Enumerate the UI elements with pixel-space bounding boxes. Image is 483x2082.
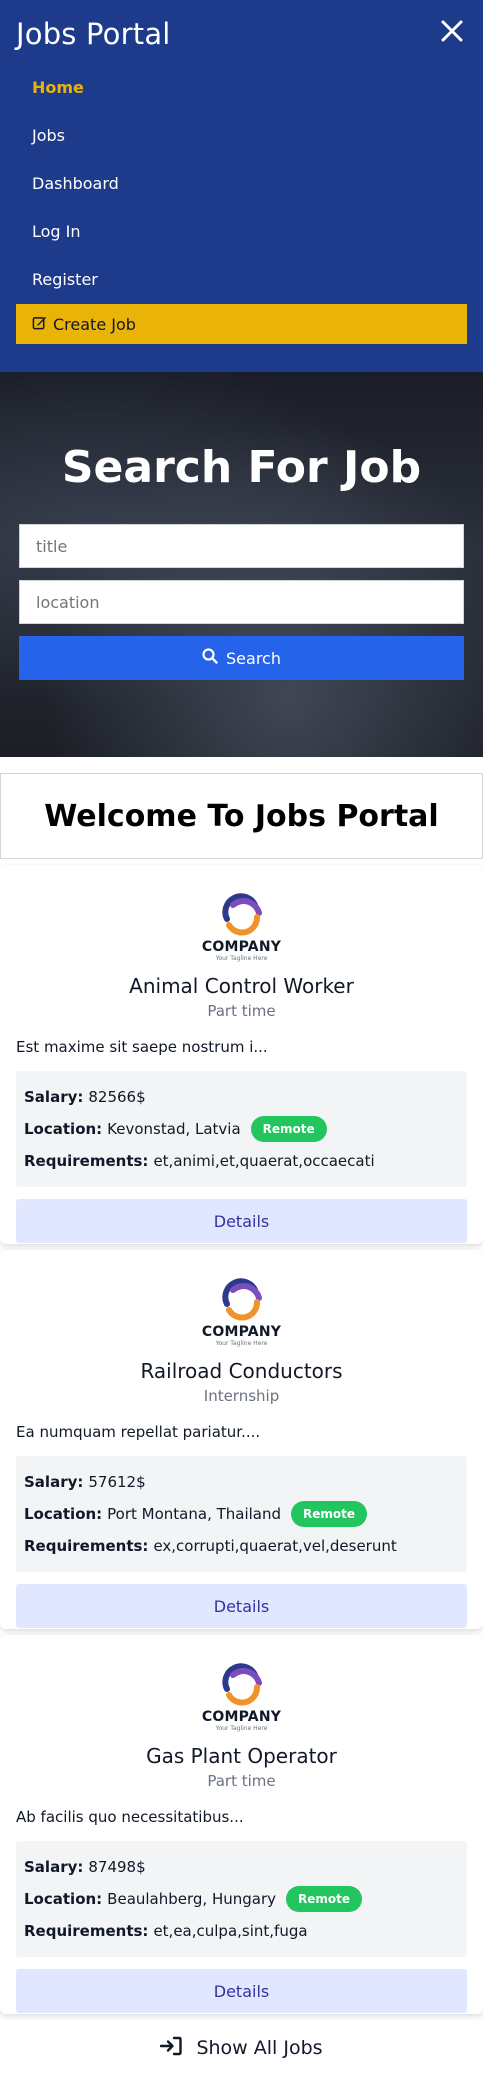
company-logo: COMPANY Your Tagline Here (16, 1663, 467, 1733)
welcome-section: Welcome To Jobs Portal (0, 757, 483, 859)
requirements-label: Requirements: (24, 1537, 149, 1555)
job-description: Ea numquam repellat pariatur.... (16, 1423, 261, 1441)
details-button[interactable]: Details (16, 1199, 467, 1243)
edit-icon (32, 315, 47, 334)
hero-title: Search For Job (61, 442, 422, 493)
salary-value: 87498$ (88, 1858, 146, 1876)
brand-logo[interactable]: Jobs Portal (16, 17, 171, 51)
salary-row: Salary: 82566$ (24, 1081, 459, 1113)
company-logo-tagline: Your Tagline Here (215, 1725, 268, 1732)
welcome-title: Welcome To Jobs Portal (44, 798, 439, 834)
job-title: Gas Plant Operator (146, 1744, 337, 1768)
salary-row: Salary: 87498$ (24, 1851, 459, 1883)
nav-item-dashboard[interactable]: Dashboard (16, 160, 467, 208)
top-navigation: Jobs Portal Home Jobs Dashboard Log In R… (0, 0, 483, 372)
remote-badge: Remote (291, 1501, 368, 1527)
nav-item-login[interactable]: Log In (16, 208, 467, 256)
company-logo: COMPANY Your Tagline Here (16, 1278, 467, 1348)
title-search-input[interactable] (19, 524, 464, 568)
company-logo: COMPANY Your Tagline Here (16, 893, 467, 963)
close-icon[interactable] (437, 19, 467, 49)
show-all-jobs-link[interactable]: Show All Jobs (0, 2014, 483, 2082)
remote-badge: Remote (286, 1886, 363, 1912)
company-logo-tagline: Your Tagline Here (215, 1340, 268, 1347)
search-hero: Search For Job Search (0, 372, 483, 757)
job-list: COMPANY Your Tagline Here Animal Control… (0, 865, 483, 2014)
welcome-banner: Welcome To Jobs Portal (0, 773, 483, 859)
requirements-value: ex,corrupti,quaerat,vel,deserunt (153, 1537, 397, 1555)
close-icon-glyph (441, 20, 463, 42)
nav-item-register[interactable]: Register (16, 256, 467, 304)
search-button-label: Search (226, 648, 281, 668)
requirements-value: et,animi,et,quaerat,occaecati (153, 1152, 375, 1170)
job-type: Part time (207, 1772, 276, 1790)
location-row: Location: Beaulahberg, Hungary Remote (24, 1883, 459, 1915)
job-type: Internship (203, 1387, 280, 1405)
create-job-label: Create Job (53, 314, 136, 334)
location-value: Kevonstad, Latvia (107, 1120, 241, 1138)
job-description: Ab facilis quo necessitatibus... (16, 1808, 244, 1826)
salary-row: Salary: 57612$ (24, 1466, 459, 1498)
nav-header: Jobs Portal (16, 16, 467, 52)
location-value: Beaulahberg, Hungary (107, 1890, 277, 1908)
remote-badge: Remote (250, 1116, 327, 1142)
requirements-label: Requirements: (24, 1152, 149, 1170)
job-info-box: Salary: 87498$ Location: Beaulahberg, Hung… (16, 1841, 467, 1957)
search-button[interactable]: Search (19, 636, 464, 680)
search-icon (202, 648, 218, 668)
nav-menu: Home Jobs Dashboard Log In Register (16, 64, 467, 304)
job-description: Est maxime sit saepe nostrum i... (16, 1038, 268, 1056)
job-info-box: Salary: 82566$ Location: Kevonstad, Latvia… (16, 1071, 467, 1187)
location-row: Location: Kevonstad, Latvia Remote (24, 1113, 459, 1145)
job-card: COMPANY Your Tagline Here Gas Plant Oper… (0, 1635, 483, 2014)
requirements-row: Requirements: et,ea,culpa,sint,fuga (24, 1915, 459, 1947)
nav-item-home[interactable]: Home (16, 64, 467, 112)
company-logo-tagline: Your Tagline Here (215, 955, 268, 962)
details-button[interactable]: Details (16, 1969, 467, 2013)
requirements-value: et,ea,culpa,sint,fuga (153, 1922, 308, 1940)
company-logo-text: COMPANY (201, 1324, 282, 1340)
company-logo-icon (221, 1278, 262, 1321)
location-label: Location: (24, 1505, 103, 1523)
job-title: Railroad Conductors (140, 1359, 343, 1383)
salary-label: Salary: (24, 1473, 84, 1491)
job-type: Part time (207, 1002, 276, 1020)
salary-value: 82566$ (88, 1088, 146, 1106)
location-row: Location: Port Montana, Thailand Remote (24, 1498, 459, 1530)
job-title: Animal Control Worker (129, 974, 354, 998)
company-logo-text: COMPANY (201, 939, 282, 955)
company-logo-icon (221, 893, 262, 936)
job-info-box: Salary: 57612$ Location: Port Montana, Tha… (16, 1456, 467, 1572)
location-label: Location: (24, 1890, 103, 1908)
job-card: COMPANY Your Tagline Here Animal Control… (0, 865, 483, 1244)
show-all-jobs-label: Show All Jobs (196, 2037, 323, 2059)
salary-label: Salary: (24, 1858, 84, 1876)
requirements-label: Requirements: (24, 1922, 149, 1940)
details-button[interactable]: Details (16, 1584, 467, 1628)
company-logo-text: COMPANY (201, 1709, 282, 1725)
requirements-row: Requirements: et,animi,et,quaerat,occaeca… (24, 1145, 459, 1177)
location-value: Port Montana, Thailand (107, 1505, 282, 1523)
create-job-button[interactable]: Create Job (16, 304, 467, 344)
salary-value: 57612$ (88, 1473, 146, 1491)
salary-label: Salary: (24, 1088, 84, 1106)
location-label: Location: (24, 1120, 103, 1138)
requirements-row: Requirements: ex,corrupti,quaerat,vel,des… (24, 1530, 459, 1562)
location-search-input[interactable] (19, 580, 464, 624)
nav-item-jobs[interactable]: Jobs (16, 112, 467, 160)
sign-in-icon (160, 2036, 183, 2061)
job-card: COMPANY Your Tagline Here Railroad Condu… (0, 1250, 483, 1629)
company-logo-icon (221, 1663, 262, 1706)
